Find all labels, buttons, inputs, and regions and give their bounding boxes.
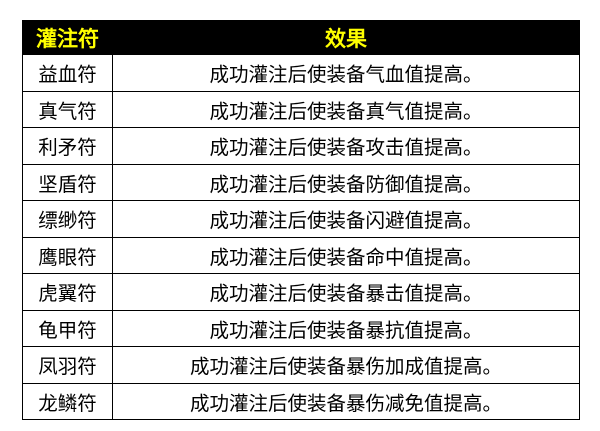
talisman-effect-cell: 成功灌注后使装备防御值提高。: [112, 163, 580, 201]
talisman-name-cell: 利矛符: [22, 127, 113, 165]
talisman-effect-cell: 成功灌注后使装备真气值提高。: [112, 90, 580, 128]
table-row: 缥缈符 成功灌注后使装备闪避值提高。: [22, 200, 580, 238]
talisman-name-cell: 缥缈符: [22, 200, 113, 238]
column-header-effect: 效果: [112, 20, 580, 55]
table-row: 龟甲符 成功灌注后使装备暴抗值提高。: [22, 309, 580, 347]
table-row: 鹰眼符 成功灌注后使装备命中值提高。: [22, 236, 580, 274]
talisman-effect-cell: 成功灌注后使装备命中值提高。: [112, 236, 580, 274]
talisman-name-cell: 坚盾符: [22, 163, 113, 201]
talisman-effect-cell: 成功灌注后使装备闪避值提高。: [112, 200, 580, 238]
talisman-name-cell: 益血符: [22, 54, 113, 92]
table-row: 虎翼符 成功灌注后使装备暴击值提高。: [22, 273, 580, 311]
talisman-name-cell: 虎翼符: [22, 273, 113, 311]
talisman-effect-cell: 成功灌注后使装备暴击值提高。: [112, 273, 580, 311]
talisman-effect-cell: 成功灌注后使装备攻击值提高。: [112, 127, 580, 165]
talisman-effect-cell: 成功灌注后使装备暴伤加成值提高。: [112, 346, 580, 384]
table-row: 益血符 成功灌注后使装备气血值提高。: [22, 54, 580, 92]
talisman-name-cell: 龙鳞符: [22, 382, 113, 420]
table-row: 利矛符 成功灌注后使装备攻击值提高。: [22, 127, 580, 165]
table-header-row: 灌注符 效果: [22, 20, 580, 55]
column-header-name: 灌注符: [22, 20, 113, 55]
talisman-name-cell: 龟甲符: [22, 309, 113, 347]
table-row: 龙鳞符 成功灌注后使装备暴伤减免值提高。: [22, 382, 580, 420]
talisman-name-cell: 真气符: [22, 90, 113, 128]
table-row: 坚盾符 成功灌注后使装备防御值提高。: [22, 163, 580, 201]
table-row: 凤羽符 成功灌注后使装备暴伤加成值提高。: [22, 346, 580, 384]
talisman-effect-cell: 成功灌注后使装备暴抗值提高。: [112, 309, 580, 347]
talisman-name-cell: 凤羽符: [22, 346, 113, 384]
table-row: 真气符 成功灌注后使装备真气值提高。: [22, 90, 580, 128]
talisman-effect-cell: 成功灌注后使装备暴伤减免值提高。: [112, 382, 580, 420]
talisman-effects-table: 灌注符 效果 益血符 成功灌注后使装备气血值提高。 真气符 成功灌注后使装备真气…: [22, 20, 580, 420]
talisman-effect-cell: 成功灌注后使装备气血值提高。: [112, 54, 580, 92]
talisman-name-cell: 鹰眼符: [22, 236, 113, 274]
